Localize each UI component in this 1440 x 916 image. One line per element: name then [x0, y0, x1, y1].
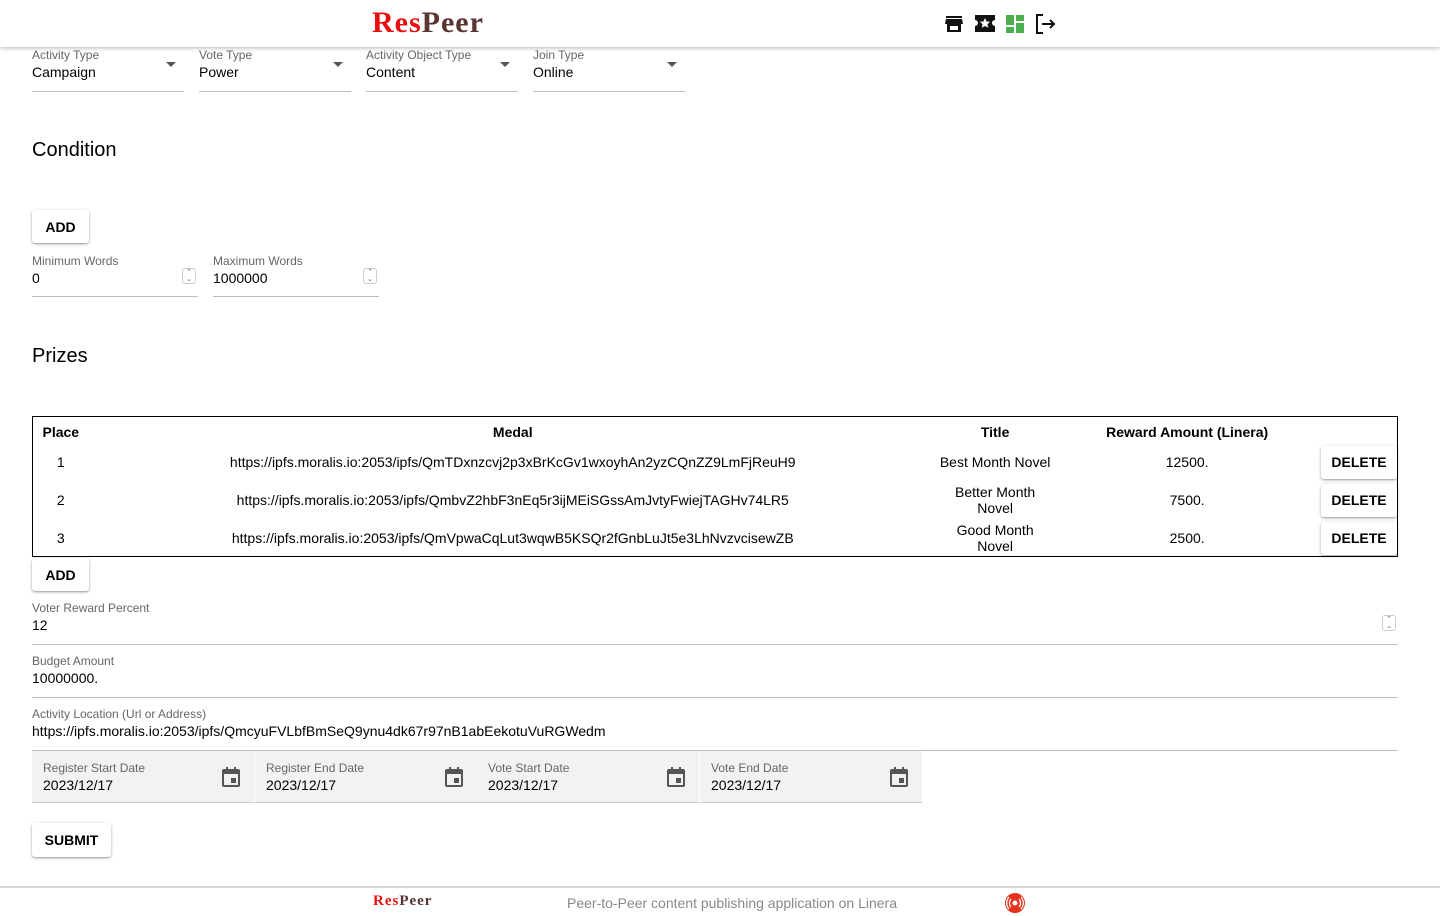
condition-heading: Condition — [32, 139, 117, 161]
ticket-star-icon[interactable] — [975, 15, 995, 32]
minimum-words-input[interactable]: Minimum Words 0 ⌃ ⌄ — [32, 254, 198, 297]
table-row: 3 https://ipfs.moralis.io:2053/ipfs/QmVpw… — [33, 519, 1397, 557]
budget-amount-input[interactable]: Budget Amount 10000000. — [32, 654, 1398, 698]
caret-down-icon — [500, 62, 510, 67]
calendar-icon[interactable] — [890, 767, 908, 787]
logout-icon[interactable] — [1035, 14, 1057, 34]
caret-down-icon — [667, 62, 677, 67]
vote-type-select[interactable]: Vote Type Power — [199, 48, 351, 92]
calendar-icon[interactable] — [222, 767, 240, 787]
footer: ResPeer Peer-to-Peer content publishing … — [0, 886, 1440, 916]
delete-button[interactable]: DELETE — [1321, 483, 1397, 517]
submit-button[interactable]: SUBMIT — [32, 823, 111, 857]
store-icon[interactable] — [945, 15, 963, 33]
column-header: Medal — [492, 424, 533, 440]
prizes-heading: Prizes — [32, 345, 88, 367]
spinner-icon[interactable]: ⌃ ⌄ — [363, 268, 377, 284]
delete-button[interactable]: DELETE — [1321, 521, 1397, 555]
prizes-table: Place Medal Title Reward Amount (Linera)… — [32, 416, 1398, 557]
footer-logo[interactable]: ResPeer — [373, 893, 432, 910]
footer-tagline: Peer-to-Peer content publishing applicat… — [567, 895, 897, 911]
activity-object-type-select[interactable]: Activity Object Type Content — [366, 48, 518, 92]
header: ResPeer — [0, 0, 1440, 47]
linera-icon[interactable] — [1005, 893, 1025, 913]
vote-end-date-input[interactable]: Vote End Date 2023/12/17 — [700, 751, 922, 803]
register-start-date-input[interactable]: Register Start Date 2023/12/17 — [32, 751, 254, 803]
logo[interactable]: ResPeer — [372, 6, 484, 40]
table-row: 1 https://ipfs.moralis.io:2053/ipfs/QmTDx… — [33, 443, 1397, 481]
caret-down-icon — [333, 62, 343, 67]
spinner-icon[interactable]: ⌃ ⌄ — [182, 268, 196, 284]
register-end-date-input[interactable]: Register End Date 2023/12/17 — [255, 751, 477, 803]
dashboard-icon[interactable] — [1006, 15, 1024, 33]
column-header: Place — [42, 424, 80, 440]
caret-down-icon — [166, 62, 176, 67]
join-type-select[interactable]: Join Type Online — [533, 48, 685, 92]
add-prize-button[interactable]: ADD — [32, 558, 89, 591]
vote-start-date-input[interactable]: Vote Start Date 2023/12/17 — [477, 751, 699, 803]
activity-type-select[interactable]: Activity Type Campaign — [32, 48, 184, 92]
column-header: Reward Amount (Linera) — [1106, 424, 1269, 440]
calendar-icon[interactable] — [445, 767, 463, 787]
calendar-icon[interactable] — [667, 767, 685, 787]
activity-location-input[interactable]: Activity Location (Url or Address) https:… — [32, 707, 1398, 751]
table-row: 2 https://ipfs.moralis.io:2053/ipfs/QmbvZ… — [33, 481, 1397, 519]
voter-reward-percent-input[interactable]: Voter Reward Percent 12 ⌃ ⌄ — [32, 601, 1398, 645]
maximum-words-input[interactable]: Maximum Words 1000000 ⌃ ⌄ — [213, 254, 379, 297]
add-condition-button[interactable]: ADD — [32, 210, 89, 243]
delete-button[interactable]: DELETE — [1321, 445, 1397, 479]
spinner-icon[interactable]: ⌃ ⌄ — [1382, 615, 1396, 631]
column-header: Title — [980, 424, 1010, 440]
